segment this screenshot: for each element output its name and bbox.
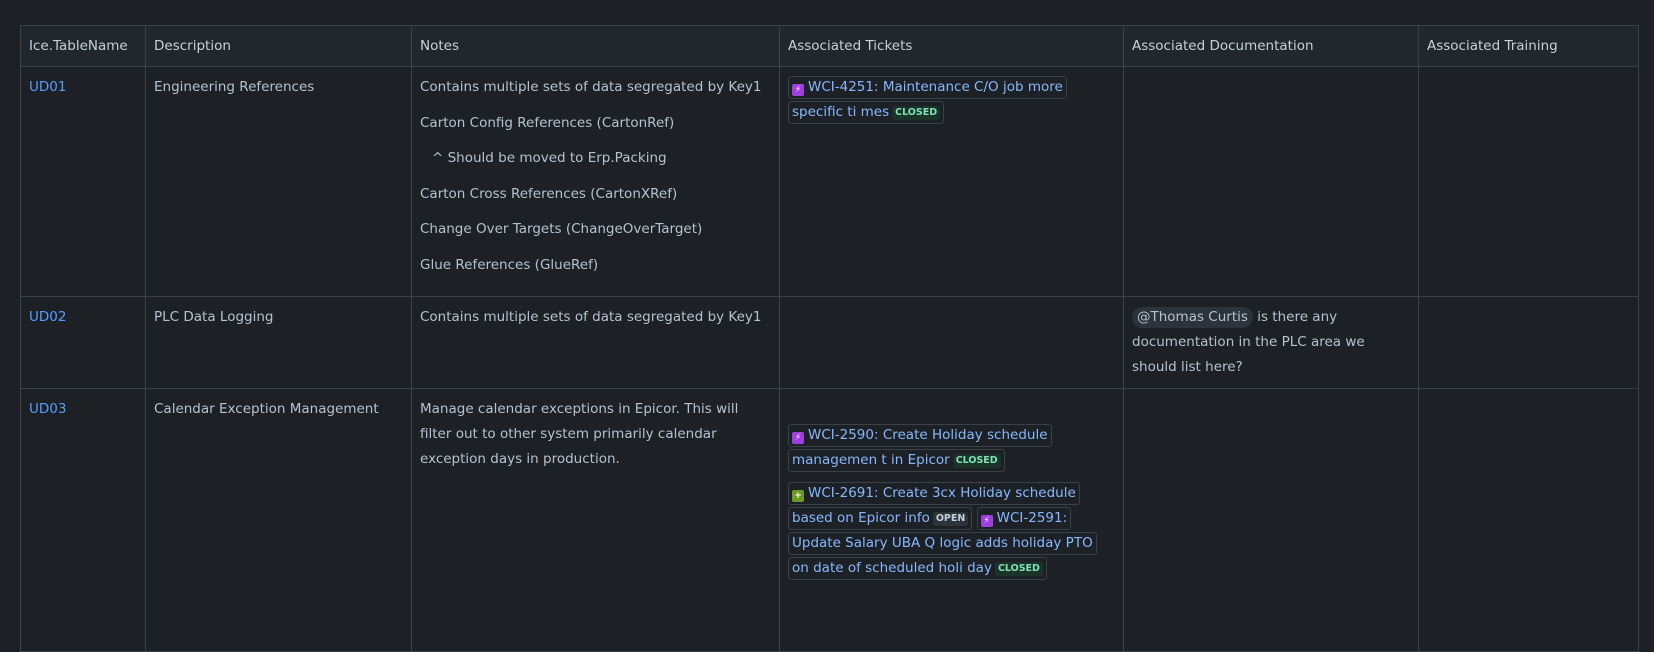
cell-notes: Contains multiple sets of data segregate… [411, 66, 780, 297]
cell-description: Calendar Exception Management [145, 388, 412, 652]
note-line: Change Over Targets (ChangeOverTarget) [420, 221, 703, 237]
ticket-link[interactable]: ⚡ WCI-4251: Maintenance C/O job more spec… [788, 76, 1067, 124]
bolt-icon: ⚡ [792, 432, 804, 444]
cell-associated-documentation [1123, 388, 1419, 652]
table-name-link[interactable]: UD01 [29, 79, 66, 95]
cell-associated-documentation: @Thomas Curtis is there any documentatio… [1123, 296, 1419, 389]
page-container: Ice.TableName Description Notes Associat… [20, 25, 1639, 652]
cell-associated-training [1418, 388, 1639, 652]
table-row: UD03 Calendar Exception Management Manag… [20, 388, 1639, 652]
status-badge: CLOSED [892, 106, 941, 120]
table-row: UD01 Engineering References Contains mul… [20, 66, 1639, 297]
cell-description: Engineering References [145, 66, 412, 297]
status-badge: CLOSED [952, 454, 1001, 468]
cell-associated-documentation [1123, 66, 1419, 297]
user-mention[interactable]: @Thomas Curtis [1132, 307, 1253, 328]
table-name-link[interactable]: UD02 [29, 309, 66, 325]
cell-table-name: UD02 [20, 296, 146, 389]
note-line: Glue References (GlueRef) [420, 256, 599, 273]
cell-notes: Manage calendar exceptions in Epicor. Th… [411, 388, 780, 652]
cell-associated-tickets: ⚡ WCI-2590: Create Holiday schedule manag… [779, 388, 1124, 652]
note-line: Contains multiple sets of data segregate… [420, 309, 762, 325]
cell-table-name: UD01 [20, 66, 146, 297]
header-notes[interactable]: Notes [411, 25, 780, 67]
ticket-label: WCI-2590: Create Holiday schedule manage… [792, 427, 1048, 468]
ticket-link[interactable]: ⚡ WCI-2590: Create Holiday schedule manag… [788, 424, 1052, 472]
status-badge: CLOSED [994, 562, 1043, 576]
cell-associated-tickets [779, 296, 1124, 389]
header-associated-documentation[interactable]: Associated Documentation [1123, 25, 1419, 67]
notes-paragraph: Manage calendar exceptions in Epicor. Th… [420, 401, 739, 467]
cell-notes: Contains multiple sets of data segregate… [411, 296, 780, 389]
cell-associated-tickets: ⚡ WCI-4251: Maintenance C/O job more spec… [779, 66, 1124, 297]
cell-associated-training [1418, 66, 1639, 297]
cell-associated-training [1418, 296, 1639, 389]
cell-description: PLC Data Logging [145, 296, 412, 389]
header-table-name[interactable]: Ice.TableName [20, 25, 146, 67]
header-associated-training[interactable]: Associated Training [1418, 25, 1639, 67]
header-description[interactable]: Description [145, 25, 412, 67]
bolt-icon: ⚡ [980, 515, 993, 527]
note-line: Carton Cross References (CartonXRef) [420, 185, 678, 202]
note-line: ^ Should be moved to Erp.Packing [432, 150, 667, 166]
table-name-link[interactable]: UD03 [29, 401, 66, 417]
note-line: Carton Config References (CartonRef) [420, 114, 675, 131]
plus-icon: + [792, 490, 804, 502]
note-line: Contains multiple sets of data segregate… [420, 79, 762, 95]
table-header-row: Ice.TableName Description Notes Associat… [20, 25, 1639, 67]
ice-tables-table: Ice.TableName Description Notes Associat… [20, 25, 1639, 652]
table-row: UD02 PLC Data Logging Contains multiple … [20, 296, 1639, 389]
cell-table-name: UD03 [20, 388, 146, 652]
bolt-icon: ⚡ [792, 84, 804, 96]
header-associated-tickets[interactable]: Associated Tickets [779, 25, 1124, 67]
status-badge: OPEN [932, 512, 969, 526]
